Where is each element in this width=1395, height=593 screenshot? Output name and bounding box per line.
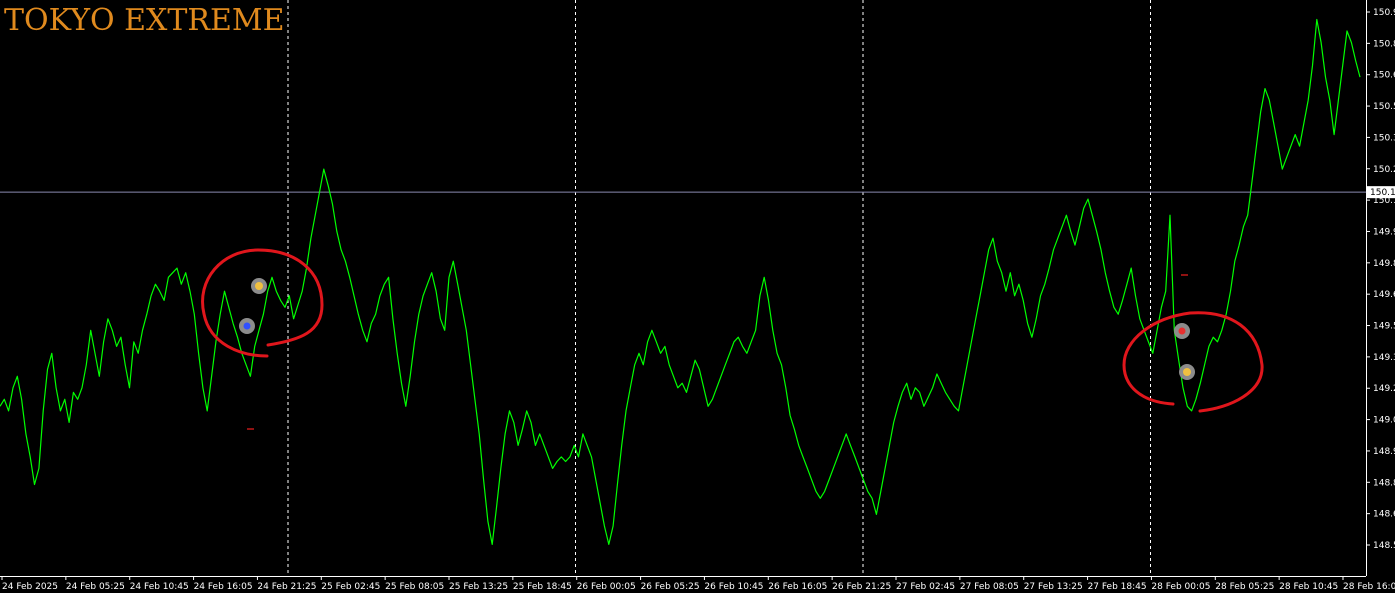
price-tick-label: 150.9	[1373, 8, 1395, 18]
chart-background	[0, 0, 1395, 593]
price-tick-label: 149.9	[1373, 227, 1395, 237]
price-tick-label: 149.2	[1373, 384, 1395, 394]
price-tick-label: 150.6	[1373, 71, 1395, 81]
time-tick-label: 28 Feb 00:05	[1151, 582, 1210, 592]
price-tick-label: 150.2	[1373, 165, 1395, 175]
price-tick-label: 149.3	[1373, 353, 1395, 363]
price-tick-label: 148.6	[1373, 510, 1395, 520]
time-tick-label: 24 Feb 10:45	[130, 582, 189, 592]
time-tick-label: 24 Feb 21:25	[257, 582, 316, 592]
time-tick-label: 26 Feb 05:25	[641, 582, 700, 592]
time-tick-label: 24 Feb 16:05	[194, 582, 253, 592]
time-tick-label: 26 Feb 21:25	[832, 582, 891, 592]
time-tick-label: 27 Feb 13:25	[1024, 582, 1083, 592]
price-tick-label: 148.5	[1373, 541, 1395, 551]
price-tick-label: 150.8	[1373, 39, 1395, 49]
time-tick-label: 25 Feb 02:45	[321, 582, 380, 592]
time-tick-label: 25 Feb 08:05	[385, 582, 444, 592]
time-tick-label: 28 Feb 16:05	[1343, 582, 1395, 592]
price-chart[interactable]: 150.9 150.8 150.6 150.5 150.3 150.2 150.1 149.9…	[0, 0, 1395, 593]
time-tick-label: 27 Feb 08:05	[960, 582, 1019, 592]
trade-marker-sell-1[interactable]	[239, 318, 255, 334]
time-tick-label: 24 Feb 05:25	[66, 582, 125, 592]
trade-marker-sell-2[interactable]	[1174, 323, 1190, 339]
time-tick-label: 27 Feb 02:45	[896, 582, 955, 592]
price-tick-label: 149.5	[1373, 322, 1395, 332]
price-tick-label: 148.8	[1373, 478, 1395, 488]
current-price-tag: 150.1	[1367, 186, 1395, 199]
price-tick-label: 150.3	[1373, 133, 1395, 143]
price-tick-label: 149.0	[1373, 416, 1395, 426]
current-price-tag-label: 150.1	[1370, 188, 1395, 198]
time-tick-label: 26 Feb 10:45	[704, 582, 763, 592]
price-tick-label: 149.6	[1373, 290, 1395, 300]
trade-marker-buy-2[interactable]	[1179, 364, 1195, 380]
price-tick-label: 150.5	[1373, 102, 1395, 112]
time-tick-label: 26 Feb 00:05	[577, 582, 636, 592]
time-tick-label: 26 Feb 16:05	[768, 582, 827, 592]
chart-title: TOKYO EXTREME	[4, 3, 285, 38]
time-tick-label: 25 Feb 18:45	[513, 582, 572, 592]
price-tick-label: 148.9	[1373, 447, 1395, 457]
time-tick-label: 28 Feb 05:25	[1215, 582, 1274, 592]
time-tick-label: 27 Feb 18:45	[1088, 582, 1147, 592]
time-tick-label: 25 Feb 13:25	[449, 582, 508, 592]
time-tick-label: 24 Feb 2025	[2, 582, 58, 592]
price-tick-label: 149.8	[1373, 259, 1395, 269]
time-tick-label: 28 Feb 10:45	[1279, 582, 1338, 592]
trade-marker-buy-1[interactable]	[251, 278, 267, 294]
